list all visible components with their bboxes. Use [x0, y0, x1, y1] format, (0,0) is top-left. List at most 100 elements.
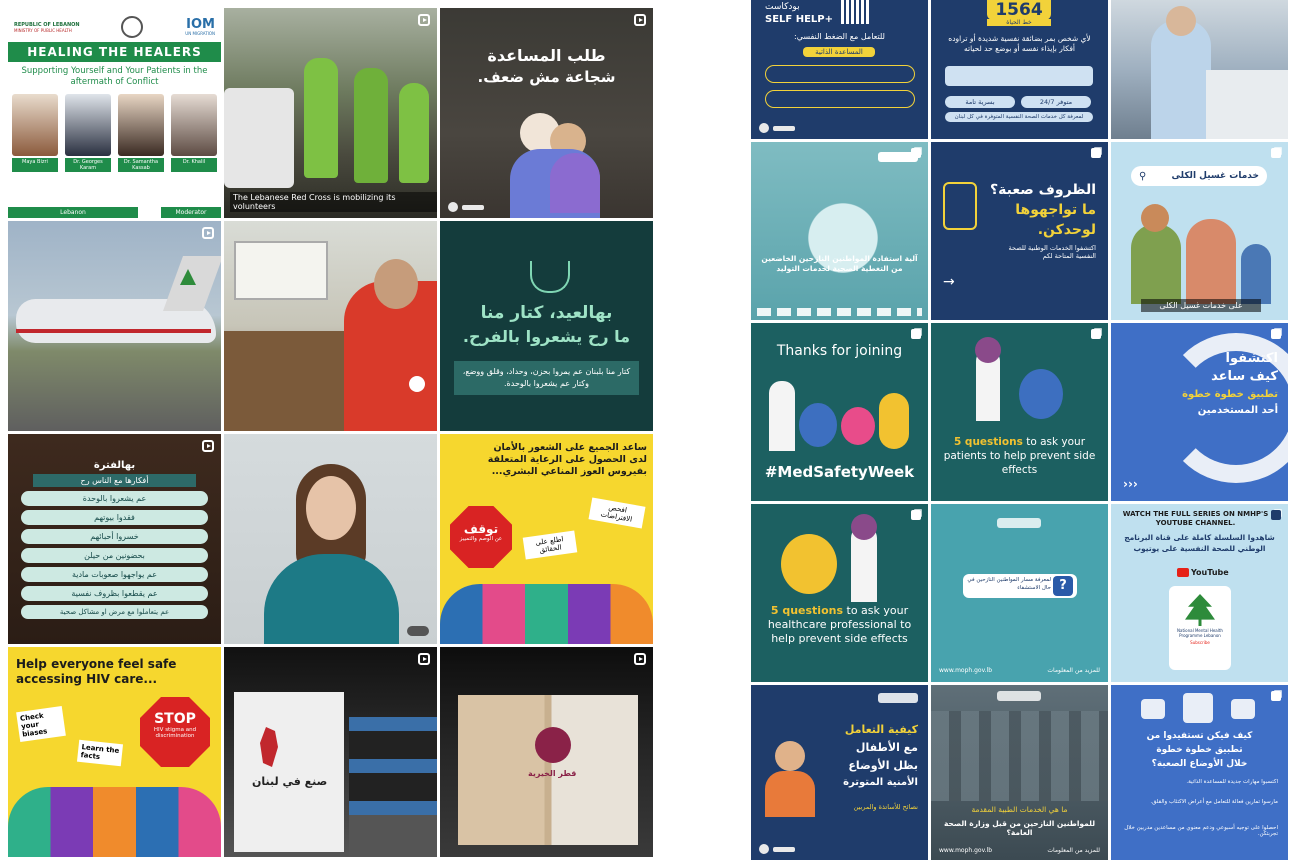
headline-line1: Help everyone feel safe — [16, 657, 177, 671]
more-info-link[interactable]: للمزيد من المعلومات — [1047, 667, 1100, 674]
box-label: صنع في لبنان — [252, 775, 328, 788]
carousel-icon — [911, 148, 921, 158]
pink-character — [841, 407, 875, 445]
search-bar[interactable]: ⚲ خدمات غسيل الكلى — [1131, 166, 1267, 186]
more-info-link[interactable]: للمزيد من المعلومات — [1047, 847, 1100, 854]
post-meeting-photo[interactable] — [224, 221, 437, 431]
ministry-logo — [878, 693, 918, 703]
headline-line1: ما هي الخدمات الطبية المقدمة — [971, 805, 1068, 814]
banner-title: HEALING THE HEALERS — [8, 42, 221, 62]
post-hiv-care-arabic[interactable]: ساعد الجميع على الشعور بالأمان لدى الحصو… — [440, 434, 653, 644]
post-airplane-photo[interactable] — [8, 221, 221, 431]
speaker-photo — [171, 94, 217, 156]
post-difficult-times[interactable]: الظروف صعبة؟ ما تواجهوها لوحدكن. اكتشفوا… — [931, 142, 1108, 320]
shelving — [349, 717, 437, 857]
sign-facts: Learn the facts — [76, 739, 124, 767]
post-aid-boxes-video[interactable]: صنع في لبنان — [224, 647, 437, 857]
website-link[interactable]: www.moph.gov.lb — [939, 667, 992, 674]
post-charity-boxes-video[interactable]: قطر الخيرية — [440, 647, 653, 857]
info-pill — [765, 65, 915, 83]
reel-icon — [634, 14, 646, 26]
info-box — [945, 66, 1093, 86]
post-dialysis-services[interactable]: ⚲ خدمات غسيل الكلى على خدمات غسيل الكلى — [1111, 142, 1288, 320]
post-five-questions-patients[interactable]: 5 questions to ask your patients to help… — [931, 323, 1108, 501]
carousel-icon — [1271, 329, 1281, 339]
list-item: عم يتعاملوا مع مرض او مشاكل صحية — [21, 605, 208, 619]
post-step-by-step-user[interactable]: اكتشفوا كيف ساعد تطبيق خطوة خطوة أحد الم… — [1111, 323, 1288, 501]
post-app-benefits[interactable]: كيف فيكن تستفيدوا من تطبيق خطوة خطوة خلا… — [1111, 685, 1288, 860]
headline-line2: للمواطنين النازحين من قبل وزارة الصحة ال… — [943, 819, 1096, 837]
ministry-logo — [997, 518, 1041, 528]
speaker-name: Dr. Georges Karam — [65, 158, 111, 172]
aid-box-stack — [234, 692, 344, 852]
headline-line4: أحد المستخدمين — [1197, 405, 1278, 416]
pregnant-figure — [771, 172, 891, 292]
carousel-icon — [911, 510, 921, 520]
doctor-figure — [769, 381, 795, 451]
sub-line: اكتشفوا الخدمات الوطنية للصحة النفسية ال… — [1008, 244, 1096, 260]
post-presenter-video[interactable] — [224, 434, 437, 644]
instagram-grid-right: بودكاست SELF HELP+ للتعامل مع الضغط النف… — [751, 0, 1290, 862]
reel-icon — [418, 14, 430, 26]
question-highlight: 5 questions — [770, 604, 844, 617]
post-body: آلية استفادة المواطنين النازحين الخاضعين… — [761, 254, 918, 273]
post-holiday-wellbeing[interactable]: بهالعيد، كتار منا ما رح يشعروا بالفرح. ك… — [440, 221, 653, 431]
website-link[interactable]: www.moph.gov.lb — [939, 847, 992, 854]
presenter-dress — [264, 554, 399, 644]
list-item: عم يواجهوا صعوبات مادية — [21, 567, 208, 582]
rescuer-figure — [399, 83, 429, 183]
post-hospitalization-path[interactable]: لمعرفة مسار المواطنين النازحين في حال ال… — [931, 504, 1108, 682]
self-help-title: SELF HELP+ — [765, 14, 833, 25]
hotline-sub: خط الحياة — [987, 19, 1051, 26]
carousel-icon — [1091, 148, 1101, 158]
who-logo — [407, 626, 429, 636]
post-children-security[interactable]: كيفية التعامل مع الأطفال بظل الأوضاع الأ… — [751, 685, 928, 860]
intro-line: للتعامل مع الضغط النفسي: — [794, 32, 885, 41]
post-healing-the-healers[interactable]: REPUBLIC OF LEBANON MINISTRY OF PUBLIC H… — [8, 8, 221, 218]
benefit-item: اكتسبوا مهارات جديدة للمساعدة الذاتية. — [1186, 779, 1278, 785]
post-medical-services-displaced[interactable]: ما هي الخدمات الطبية المقدمة للمواطنين ا… — [931, 685, 1108, 860]
arrow-right-icon: → — [943, 274, 955, 290]
post-seeking-help-courage[interactable]: طلب المساعدة شجاعة مش ضعف. — [440, 8, 653, 218]
list-item: بحضونين من حيلن — [21, 548, 208, 563]
ambulance-shape — [224, 88, 294, 188]
carousel-icon — [911, 329, 921, 339]
youtube-play-icon — [1177, 568, 1189, 577]
podcast-label: بودكاست — [765, 2, 800, 12]
headline-line1: كيفية التعامل — [844, 723, 918, 736]
headline-line3: بفيروس العوز المناعي البشري... — [491, 466, 647, 477]
youtube-logo: YouTube — [1177, 568, 1229, 577]
cedar-icon — [1185, 594, 1215, 626]
qr-code-icon — [841, 0, 869, 24]
headline-line1: الظروف صعبة؟ — [990, 182, 1096, 198]
question-headline: 5 questions to ask your healthcare profe… — [757, 604, 922, 646]
org-right-name: IOM — [186, 17, 215, 32]
watch-headline: WATCH THE FULL SERIES ON NMHP'S YOUTUBE … — [1122, 510, 1269, 527]
post-hiv-care-english[interactable]: Help everyone feel safe accessing HIV ca… — [8, 647, 221, 857]
post-maternity-coverage[interactable]: آلية استفادة المواطنين النازحين الخاضعين… — [751, 142, 928, 320]
subscribe-button[interactable]: Subscribe — [1169, 640, 1231, 645]
search-icon: ⚲ — [1139, 170, 1147, 182]
headline-line1: كيف فيكن تستفيدوا من — [1146, 731, 1253, 741]
partner-logos — [757, 308, 922, 316]
sign-facts: اطلع على الحقائق — [522, 530, 578, 560]
post-five-questions-professional[interactable]: 5 questions to ask your healthcare profe… — [751, 504, 928, 682]
post-who-is-struggling[interactable]: بهالفترة أفكارها مع الناس رح عم يشعروا ب… — [8, 434, 221, 644]
crowd-photo — [931, 711, 1108, 801]
rescuer-figure — [354, 68, 388, 183]
pill-availability: متوفر 24/7 — [1021, 96, 1091, 108]
doctor-head — [851, 514, 877, 540]
sign-biases: Check your biases — [16, 705, 66, 743]
pill-confidential: بسرية تامة — [945, 96, 1015, 108]
post-lifeline-1564[interactable]: 1564 خط الحياة لأي شخص بمر بضائقة نفسية … — [931, 0, 1108, 139]
yellow-character — [781, 534, 837, 594]
post-nmhp-youtube[interactable]: WATCH THE FULL SERIES ON NMHP'S YOUTUBE … — [1111, 504, 1288, 682]
headline-line2: كيف ساعد — [1211, 369, 1278, 384]
post-rescue-workers-video[interactable]: The Lebanese Red Cross is mobilizing its… — [224, 8, 437, 218]
list-title: بهالفترة — [93, 460, 136, 471]
post-self-help-podcast[interactable]: بودكاست SELF HELP+ للتعامل مع الضغط النف… — [751, 0, 928, 139]
puzzle-icon — [943, 182, 977, 230]
post-medsafetyweek[interactable]: Thanks for joining #MedSafetyWeek — [751, 323, 928, 501]
post-medical-care-photo[interactable] — [1111, 0, 1288, 139]
headline-line2: مع الأطفال — [855, 741, 918, 754]
